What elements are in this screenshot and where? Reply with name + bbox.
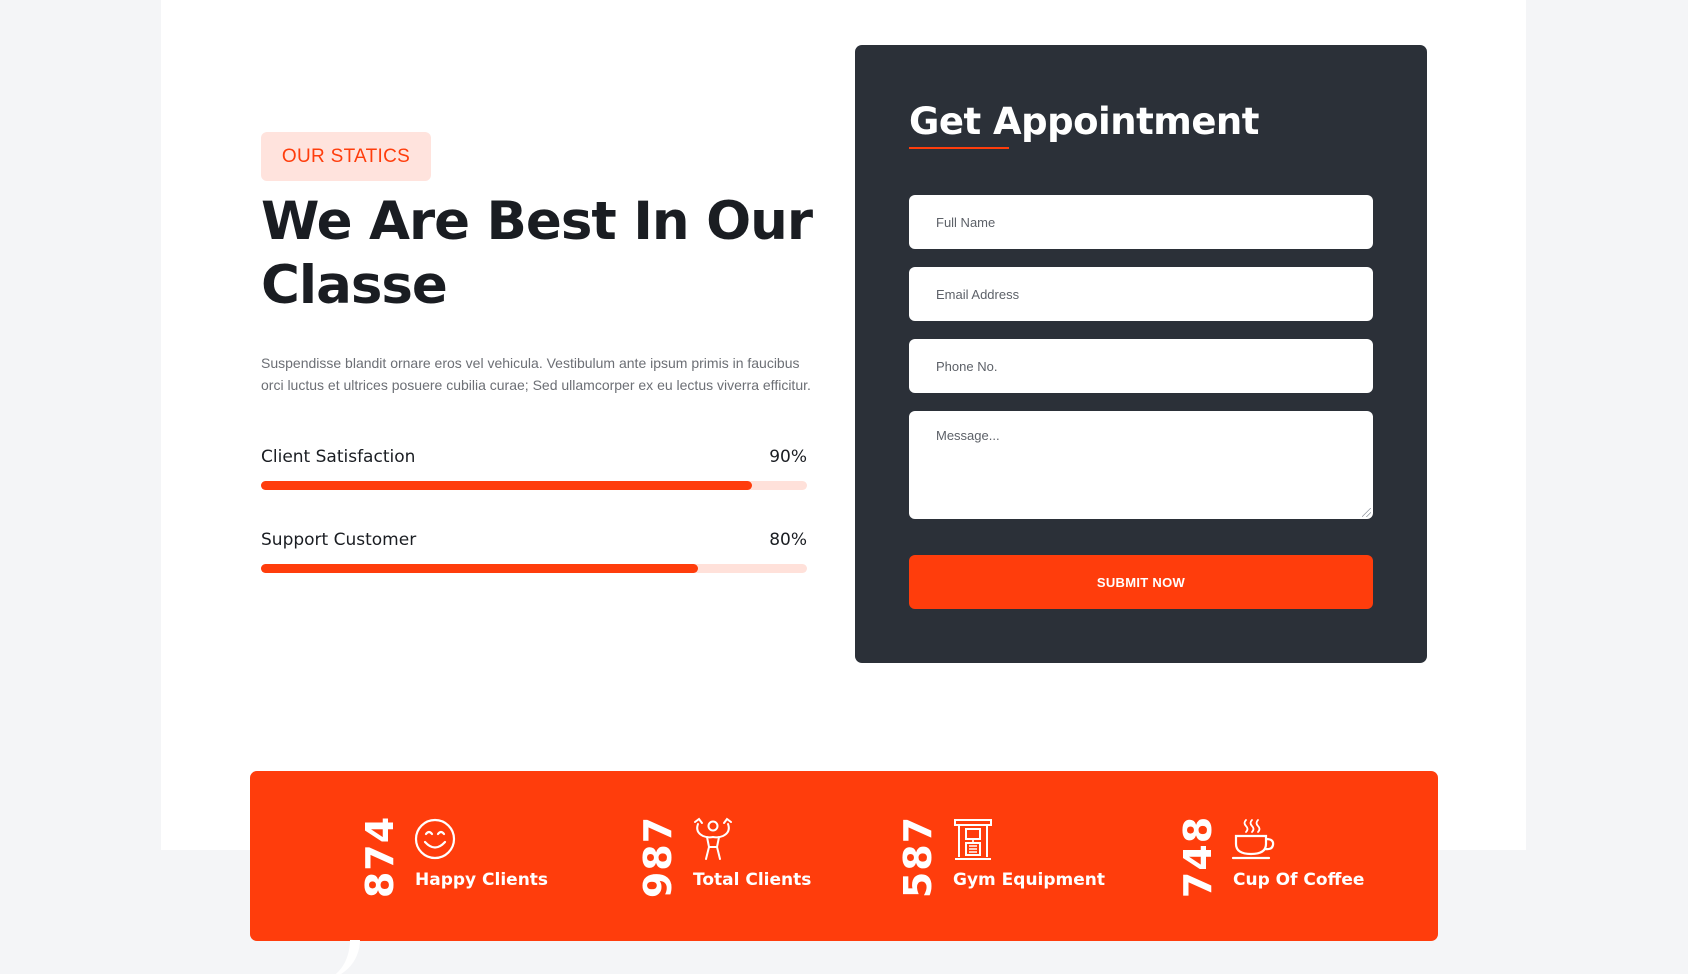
stat-number: 748 — [1176, 815, 1221, 899]
phone-input[interactable]: Phone No. — [909, 339, 1373, 393]
progress-fill — [261, 564, 698, 573]
progress-fill — [261, 481, 753, 490]
headline-line-2: Classe — [261, 255, 448, 316]
progress-track — [261, 564, 807, 573]
progress-track — [261, 481, 807, 490]
stat-label: Gym Equipment — [953, 870, 1106, 890]
smiley-icon — [414, 818, 456, 860]
stat-label: Total Clients — [693, 870, 812, 890]
section-tag: OUR STATICS — [261, 132, 431, 181]
resize-handle-icon[interactable] — [1362, 508, 1371, 517]
skill-percent: 90% — [769, 447, 807, 467]
stat-number: 587 — [896, 815, 941, 899]
gym-machine-icon — [954, 819, 992, 860]
skill-support-customer: Support Customer 80% — [261, 530, 807, 573]
stats-bar: 874 Happy Clients 987 Total Clients 587 … — [250, 771, 1438, 941]
stat-number: 874 — [358, 815, 403, 899]
skill-label: Support Customer — [261, 530, 417, 550]
skill-label: Client Satisfaction — [261, 447, 416, 467]
appointment-form: Get Appointment Full Name Email Address … — [855, 45, 1427, 663]
stat-label: Happy Clients — [415, 870, 549, 890]
bodybuilder-icon — [694, 817, 732, 860]
coffee-cup-icon — [1231, 819, 1275, 860]
message-textarea[interactable]: Message... — [909, 411, 1373, 519]
email-placeholder: Email Address — [936, 286, 1020, 302]
skill-client-satisfaction: Client Satisfaction 90% — [261, 447, 807, 490]
stat-number: 987 — [636, 815, 681, 899]
email-input[interactable]: Email Address — [909, 267, 1373, 321]
submit-button[interactable]: SUBMIT NOW — [909, 555, 1373, 609]
full-name-input[interactable]: Full Name — [909, 195, 1373, 249]
skill-percent: 80% — [769, 530, 807, 550]
phone-placeholder: Phone No. — [936, 358, 998, 374]
full-name-placeholder: Full Name — [936, 214, 996, 230]
headline-line-1: We Are Best In Our — [261, 191, 813, 252]
section-headline: We Are Best In Our Classe — [261, 190, 821, 318]
stat-label: Cup Of Coffee — [1233, 870, 1365, 890]
form-title: Get Appointment — [909, 100, 1259, 143]
title-underline — [909, 147, 1009, 149]
message-placeholder: Message... — [936, 428, 1000, 443]
decorative-arc — [300, 940, 360, 974]
section-description: Suspendisse blandit ornare eros vel vehi… — [261, 355, 811, 393]
